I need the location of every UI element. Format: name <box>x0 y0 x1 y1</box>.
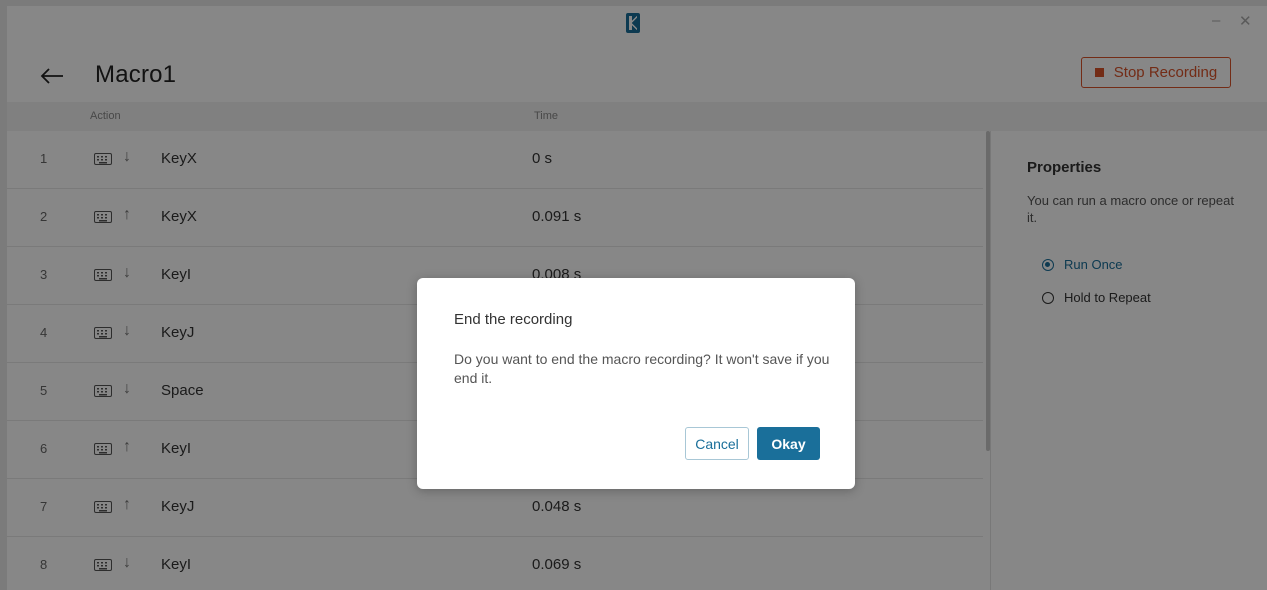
dialog-title: End the recording <box>454 311 573 328</box>
dialog-message: Do you want to end the macro recording? … <box>454 351 830 386</box>
cancel-button[interactable]: Cancel <box>685 427 749 460</box>
end-recording-dialog: End the recording Do you want to end the… <box>417 278 855 489</box>
okay-button[interactable]: Okay <box>757 427 820 460</box>
